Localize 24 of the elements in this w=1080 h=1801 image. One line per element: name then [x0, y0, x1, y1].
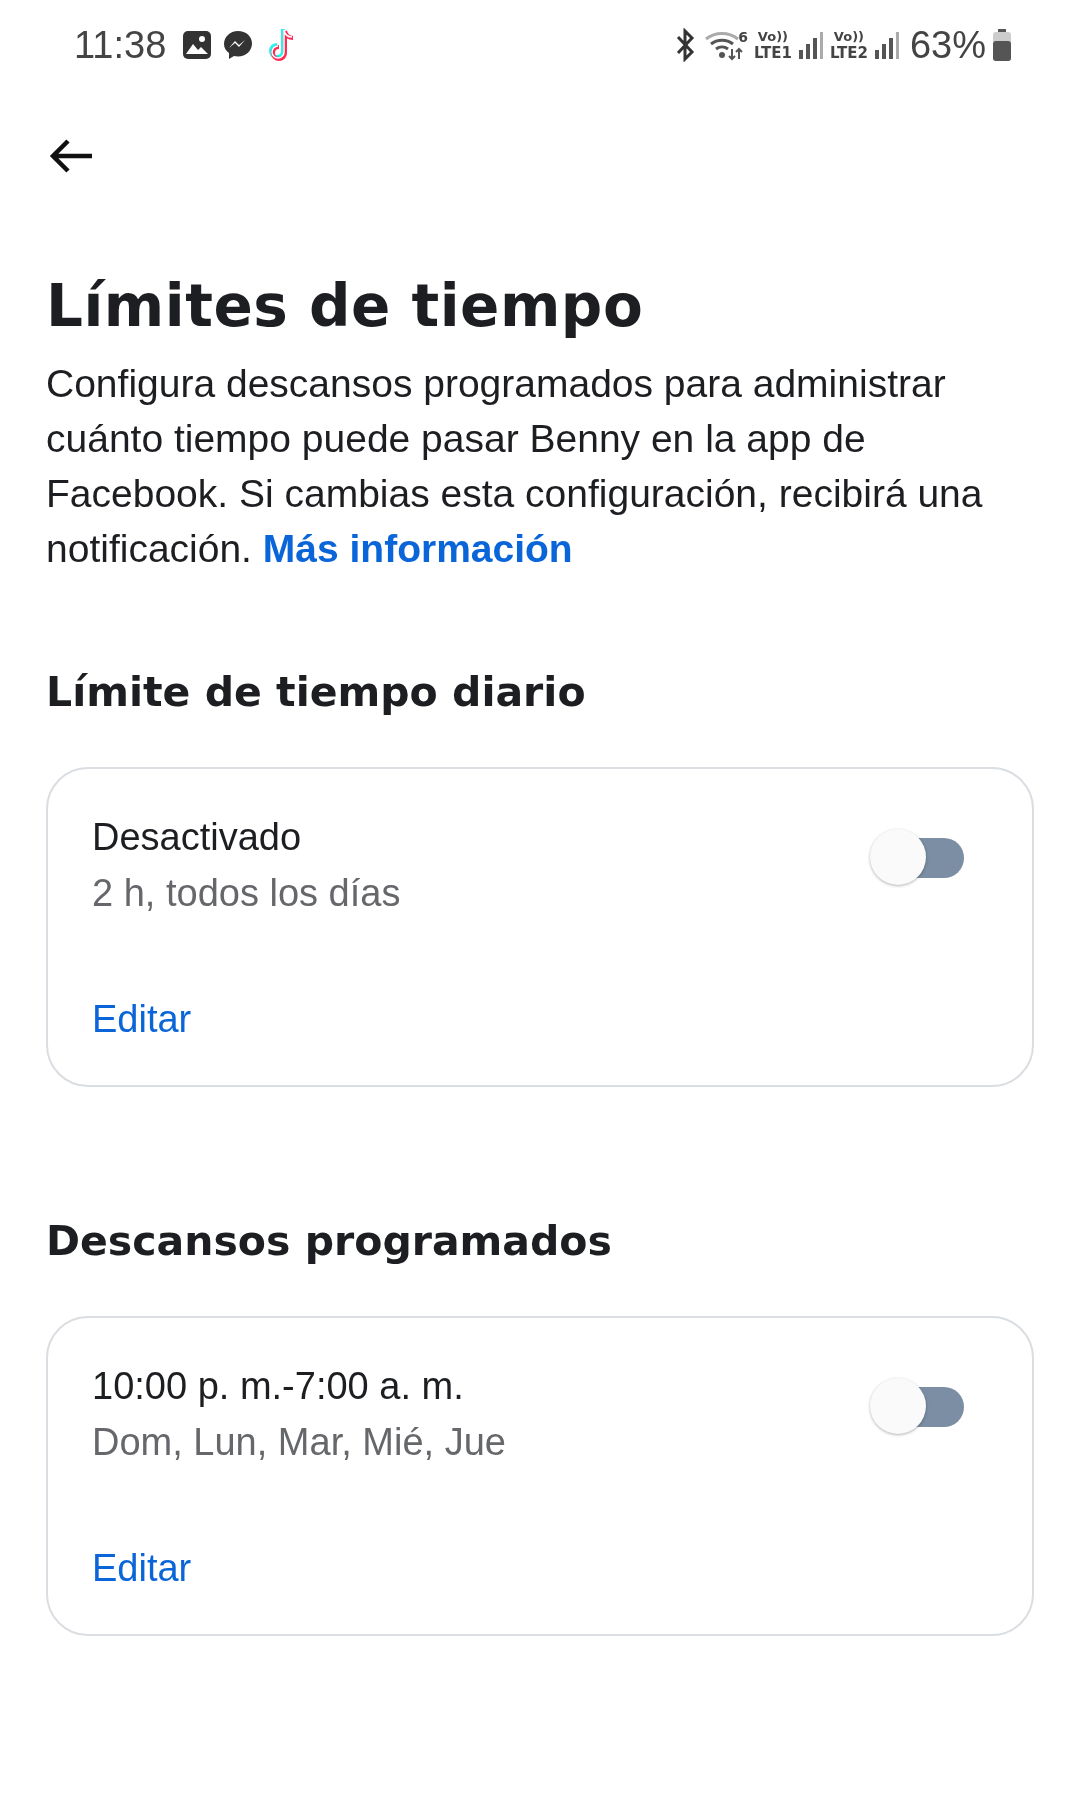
description-text: Configura descansos programados para administrar cuánto tiempo puede pasar Benny en la app de Facebook. Si cambias esta configuración, recibirá una notificación. Más información: [46, 360, 984, 572]
card-subtitle: 2 h, todos los días: [92, 870, 401, 916]
card-subtitle: Dom, Lun, Mar, Mié, Jue: [92, 1419, 506, 1465]
card-title: 10:00 p. m.-7:00 a. m.: [92, 1363, 465, 1409]
section-heading: Límite de tiempo diario: [46, 667, 587, 717]
page-title: Límites de tiempo: [46, 272, 645, 342]
battery-icon: [992, 28, 1012, 62]
section-heading: Descansos programados: [46, 1216, 613, 1266]
network-label: LTE1: [753, 45, 792, 61]
card-title: Desactivado: [92, 814, 303, 860]
volte-label: Vo)): [833, 29, 864, 45]
status-time: 11:38: [74, 23, 167, 67]
signal-icon: [873, 30, 900, 60]
learn-more-link[interactable]: Más información: [262, 526, 573, 570]
chat-bubble-icon: [222, 29, 255, 61]
network-label: LTE2: [829, 45, 868, 61]
wifi-label: 6: [738, 29, 748, 45]
signal-icon: [797, 30, 824, 60]
battery-percent: 63%: [909, 23, 986, 67]
back-arrow-icon: [48, 138, 94, 174]
image-icon: [182, 30, 213, 60]
edit-link[interactable]: Editar: [92, 997, 192, 1043]
edit-link[interactable]: Editar: [92, 1546, 192, 1592]
volte-label: Vo)): [757, 29, 788, 45]
